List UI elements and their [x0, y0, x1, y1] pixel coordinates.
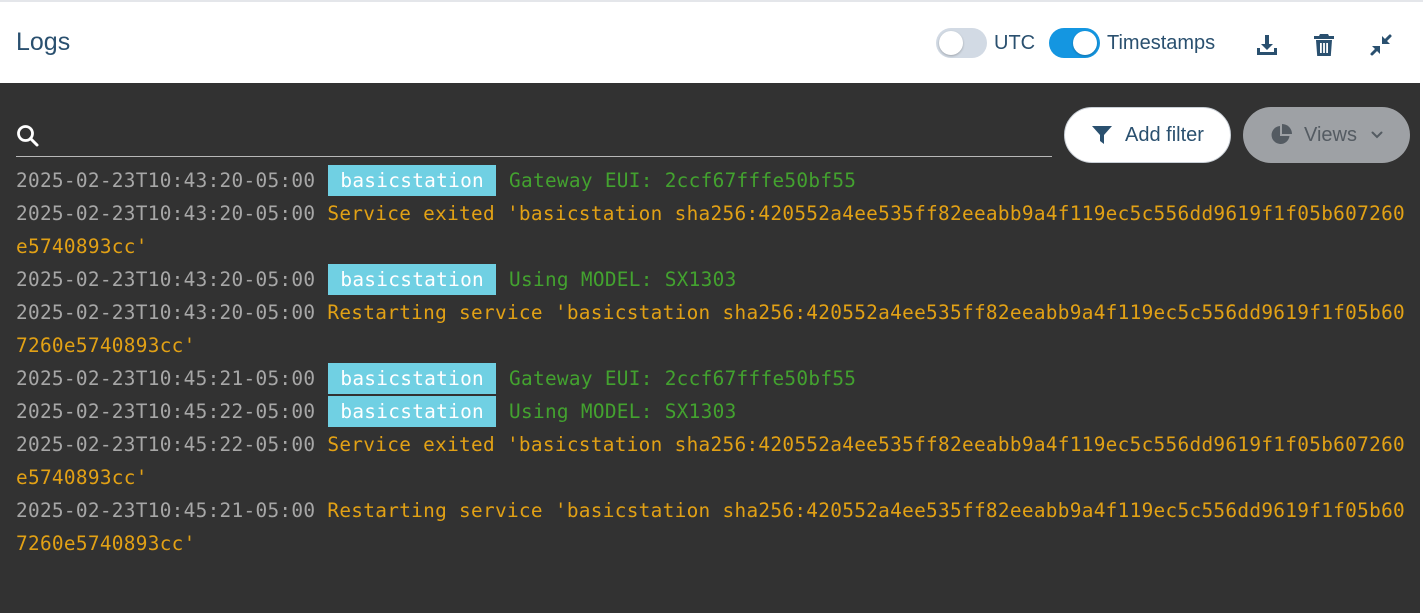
timestamps-toggle-group: Timestamps — [1049, 28, 1215, 58]
page-title: Logs — [16, 28, 71, 56]
filter-icon — [1092, 126, 1113, 144]
log-list: 2025-02-23T10:43:20-05:00 basicstation G… — [16, 164, 1412, 560]
toggle-knob — [939, 31, 963, 55]
search-input[interactable] — [50, 120, 1040, 154]
search-bar — [16, 120, 1052, 157]
log-message: Using MODEL: SX1303 — [509, 400, 737, 423]
service-badge: basicstation — [328, 165, 497, 196]
add-filter-label: Add filter — [1125, 123, 1204, 146]
log-timestamp: 2025-02-23T10:45:22-05:00 — [16, 400, 316, 423]
toggle-knob — [1073, 31, 1097, 55]
delete-logs-button[interactable] — [1309, 30, 1339, 60]
log-timestamp: 2025-02-23T10:43:20-05:00 — [16, 202, 316, 225]
utc-toggle-group: UTC — [936, 28, 1035, 58]
service-badge: basicstation — [328, 264, 497, 295]
download-button[interactable] — [1252, 30, 1282, 60]
chevron-down-icon — [1371, 131, 1383, 139]
log-line: 2025-02-23T10:43:20-05:00 Service exited… — [16, 197, 1412, 263]
utc-toggle[interactable] — [936, 28, 987, 58]
log-timestamp: 2025-02-23T10:45:21-05:00 — [16, 367, 316, 390]
log-line: 2025-02-23T10:43:20-05:00 Restarting ser… — [16, 296, 1412, 362]
search-icon — [17, 125, 39, 147]
trash-icon — [1314, 34, 1334, 56]
views-label: Views — [1304, 123, 1357, 146]
log-timestamp: 2025-02-23T10:43:20-05:00 — [16, 268, 316, 291]
log-message: Gateway EUI: 2ccf67fffe50bf55 — [509, 367, 857, 390]
log-line: 2025-02-23T10:43:20-05:00 basicstation G… — [16, 164, 1412, 197]
log-line: 2025-02-23T10:45:22-05:00 basicstation U… — [16, 395, 1412, 428]
log-panel: Add filter Views 2025-02-23T10:43:20-05:… — [0, 83, 1420, 613]
log-timestamp: 2025-02-23T10:45:22-05:00 — [16, 433, 316, 456]
log-line: 2025-02-23T10:45:22-05:00 Service exited… — [16, 428, 1412, 494]
log-line: 2025-02-23T10:45:21-05:00 basicstation G… — [16, 362, 1412, 395]
pie-chart-icon — [1271, 124, 1292, 144]
log-timestamp: 2025-02-23T10:43:20-05:00 — [16, 301, 316, 324]
utc-label: UTC — [994, 31, 1036, 54]
timestamps-label: Timestamps — [1107, 31, 1216, 54]
compress-icon — [1370, 34, 1392, 56]
service-badge: basicstation — [328, 363, 497, 394]
log-message: Using MODEL: SX1303 — [509, 268, 737, 291]
logs-header: Logs UTC Timestamps — [0, 0, 1423, 83]
service-badge: basicstation — [328, 396, 497, 427]
download-icon — [1257, 35, 1277, 55]
log-timestamp: 2025-02-23T10:43:20-05:00 — [16, 169, 316, 192]
collapse-button[interactable] — [1366, 30, 1396, 60]
timestamps-toggle[interactable] — [1049, 28, 1100, 58]
log-timestamp: 2025-02-23T10:45:21-05:00 — [16, 499, 316, 522]
views-button[interactable]: Views — [1243, 107, 1410, 163]
add-filter-button[interactable]: Add filter — [1064, 107, 1231, 163]
log-line: 2025-02-23T10:43:20-05:00 basicstation U… — [16, 263, 1412, 296]
log-message: Gateway EUI: 2ccf67fffe50bf55 — [509, 169, 857, 192]
log-line: 2025-02-23T10:45:21-05:00 Restarting ser… — [16, 494, 1412, 560]
